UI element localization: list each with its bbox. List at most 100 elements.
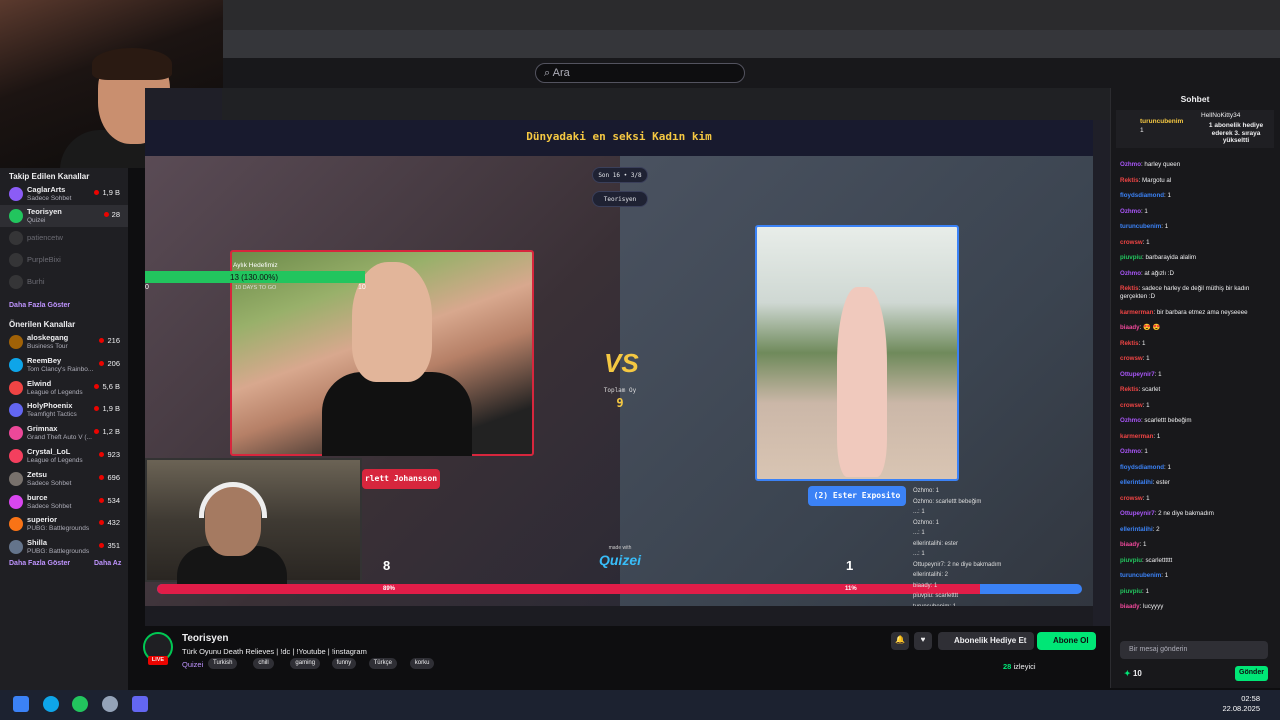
chat-username[interactable]: Ottupeynir7 — [1120, 510, 1155, 517]
emote-row[interactable] — [1121, 626, 1269, 636]
search-input[interactable]: ⌕ Ara — [535, 63, 745, 83]
chat-message: floydsdiamond: 1 — [1120, 464, 1270, 472]
chat-username[interactable]: crowsw — [1120, 355, 1143, 362]
sidebar-channel[interactable]: PurpleBixi — [0, 249, 128, 271]
channel-points[interactable]: ✦ 10 — [1124, 669, 1142, 678]
chat-text: : 1 — [1142, 355, 1150, 362]
chat-username[interactable]: biaady — [1120, 603, 1140, 610]
sidebar-channel[interactable]: superior PUBG: Battlegrounds 432 — [0, 513, 128, 535]
chat-text: : 2 — [1152, 525, 1160, 533]
channel-game: League of Legends — [27, 457, 83, 464]
tag[interactable]: Türkçe — [368, 658, 397, 669]
chat-username[interactable]: turuncubenim — [1120, 223, 1161, 230]
sidebar-channel[interactable]: patiencetw — [0, 227, 128, 249]
send-button[interactable]: Gönder — [1235, 666, 1268, 681]
pinned-user: turuncubenim — [1140, 118, 1184, 125]
chat-username[interactable]: Ozhmo — [1120, 161, 1141, 168]
clock-time: 02:58 — [1241, 694, 1260, 703]
chat-message: ellerintalihi: ester — [1120, 479, 1270, 487]
chat-username[interactable]: karmerman — [1120, 433, 1153, 440]
chat-username[interactable]: piuvpiu — [1120, 254, 1142, 261]
chat-message: Ozhmo: harley queen — [1120, 161, 1270, 169]
avatar — [9, 335, 23, 349]
chat-username[interactable]: Rektis — [1120, 177, 1139, 184]
chat-username[interactable]: karmerman — [1120, 309, 1153, 316]
sidebar-channel[interactable]: CaglarArts Sadece Sohbet 1,9 B — [0, 183, 128, 205]
chat-username[interactable]: floydsdiamond — [1120, 192, 1164, 199]
chat-username[interactable]: Ozhmo — [1120, 270, 1141, 277]
channel-name: HolyPhoenix — [27, 401, 73, 411]
chat-username[interactable]: ellerintalihi — [1120, 479, 1153, 486]
chat-username[interactable]: Rektis — [1120, 285, 1139, 292]
tag[interactable]: funny — [331, 658, 357, 669]
chat-username[interactable]: crowsw — [1120, 239, 1143, 246]
goal-low: 0 — [145, 284, 149, 291]
sidebar-channel[interactable]: Burhi — [0, 271, 128, 293]
sidebar-channel[interactable]: burce Sadece Sohbet 534 — [0, 491, 128, 513]
show-more-recommended[interactable]: Daha Fazla Göster — [9, 560, 70, 567]
game-link[interactable]: Quizei — [182, 660, 203, 669]
windows-start-icon[interactable] — [13, 696, 29, 712]
chat-input[interactable]: Bir mesaj gönderin — [1120, 641, 1268, 659]
sidebar-channel[interactable]: Crystal_LoL League of Legends 923 — [0, 445, 128, 467]
round-chip: Son 16 • 3/8 — [592, 167, 648, 183]
sidebar-channel[interactable]: Elwind League of Legends 5,6 B — [0, 377, 128, 399]
sidebar-channel[interactable]: aloskegang Business Tour 216 — [0, 331, 128, 353]
chat-message: karmerman: bir barbara etmez ama neyseee… — [1120, 309, 1270, 317]
chat-username[interactable]: Ozhmo — [1120, 417, 1141, 424]
channel-name: Grimnax — [27, 424, 58, 434]
tag[interactable]: gaming — [290, 658, 321, 669]
channel-viewers: 28 — [104, 210, 120, 219]
gift-sub-button[interactable]: Abonelik Hediye Et — [938, 632, 1034, 650]
show-less[interactable]: Daha Az — [94, 560, 121, 567]
chat-username[interactable]: Ottupeynir7 — [1120, 371, 1155, 378]
teams-icon[interactable] — [132, 696, 148, 712]
chat-username[interactable]: turuncubenim — [1120, 572, 1161, 579]
chat-username[interactable]: biaady — [1120, 541, 1140, 548]
follow-button[interactable]: Abone Ol — [1037, 632, 1096, 650]
chat-username[interactable]: Rektis — [1120, 386, 1139, 393]
avatar — [9, 380, 23, 395]
tag[interactable]: Turkish — [208, 658, 238, 669]
goal-high: 10 — [358, 284, 366, 291]
tag[interactable]: chill — [253, 658, 274, 669]
tag[interactable]: korku — [409, 658, 435, 669]
chat-username[interactable]: floydsdiamond — [1120, 464, 1164, 471]
channel-name[interactable]: Teorisyen — [182, 633, 229, 644]
sidebar-channel[interactable]: Shilla PUBG: Battlegrounds 351 — [0, 536, 128, 558]
left-score: 8 — [383, 558, 391, 573]
chat-username[interactable]: Ozhmo — [1120, 448, 1141, 455]
sidebar-channel[interactable]: Grimnax Grand Theft Auto V (... 1,2 B — [0, 422, 128, 444]
channel-viewers: 534 — [99, 496, 120, 505]
chrome-icon[interactable] — [72, 696, 88, 712]
sidebar-channel[interactable]: Zetsu Sadece Sohbet 696 — [0, 468, 128, 490]
chat-message: biaady: 😍 😍 — [1120, 324, 1270, 332]
chat-text: : 1 — [1142, 238, 1150, 246]
sidebar-channel[interactable]: ReemBey Tom Clancy's Rainbo... 206 — [0, 354, 128, 376]
chat-text: : ester — [1152, 479, 1170, 486]
stream-title: Türk Oyunu Death Relieves | !dc | !Youtu… — [182, 647, 367, 656]
edge-icon[interactable] — [43, 696, 59, 712]
chat-username[interactable]: Rektis — [1120, 340, 1139, 347]
show-more-followed[interactable]: Daha Fazla Göster — [9, 302, 70, 309]
sidebar-channel[interactable]: Teorisyen Quizei 28 — [0, 205, 128, 227]
chat-username[interactable]: piuvpiu — [1120, 588, 1142, 595]
channel-game: Business Tour — [27, 343, 68, 350]
chat-username[interactable]: biaady — [1120, 324, 1140, 331]
avatar — [9, 449, 23, 463]
chat-username[interactable]: crowsw — [1120, 495, 1143, 502]
sidebar-channel[interactable]: HolyPhoenix Teamfight Tactics 1,9 B — [0, 399, 128, 421]
right-contestant-image[interactable] — [755, 225, 959, 481]
chat-text: : Margotu al — [1138, 176, 1172, 184]
chat-message: ellerintalihi: 2 — [1120, 526, 1270, 534]
chat-username[interactable]: crowsw — [1120, 402, 1143, 409]
search-placeholder: Ara — [552, 67, 570, 79]
obs-icon[interactable] — [102, 696, 118, 712]
chat-username[interactable]: Ozhmo — [1120, 208, 1141, 215]
bell-icon[interactable]: 🔔 — [891, 632, 909, 650]
chat-username[interactable]: piuvpiu — [1120, 557, 1142, 564]
heart-icon[interactable]: ♥ — [914, 632, 932, 650]
avatar — [9, 540, 23, 555]
channel-game: PUBG: Battlegrounds — [27, 548, 90, 556]
chat-username[interactable]: ellerintalihi — [1120, 526, 1153, 533]
